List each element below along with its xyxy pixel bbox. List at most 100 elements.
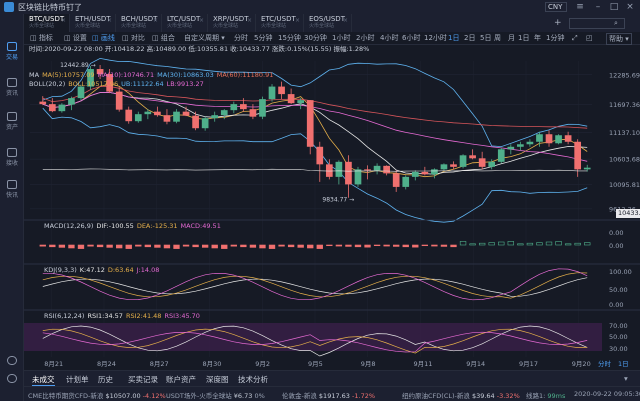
maximize-icon[interactable]: □: [608, 1, 620, 13]
tool-1[interactable]: ◫ 设置: [64, 33, 87, 43]
kdj-legend: KDJ(9,3,3) K:47.12 D:63.64 J:14.08: [44, 266, 162, 274]
pair-tab-eos[interactable]: EOS/USDT 火币全球站 ×: [304, 14, 352, 32]
menu-icon[interactable]: ≡: [574, 1, 586, 13]
macd-legend-item: MACD:49.51: [180, 222, 221, 230]
tool-0[interactable]: ◫ 指标: [30, 33, 53, 43]
sidebar-item-asset[interactable]: 资产: [0, 112, 24, 131]
close-tab-icon[interactable]: ×: [295, 17, 300, 24]
period-2[interactable]: 15分钟: [278, 33, 301, 43]
user-icon[interactable]: [0, 374, 24, 384]
macd-bar: [498, 241, 505, 246]
macd-bar: [354, 244, 362, 248]
candle-body: [564, 135, 572, 142]
macd-bar: [440, 244, 448, 247]
bottom-tab-3[interactable]: 买卖记录: [128, 374, 158, 385]
tool-4[interactable]: ◫ 组合: [152, 33, 175, 43]
candle-body: [497, 149, 505, 162]
candle-body: [68, 98, 75, 105]
bulb-icon[interactable]: [0, 356, 24, 366]
macd-bar: [507, 241, 514, 246]
ticker-name: 伦敦金-新浪: [282, 392, 319, 400]
pair-tab-btc[interactable]: BTC/USDT 火币全球站 ×: [24, 14, 70, 32]
candle-body: [77, 86, 85, 99]
period-3[interactable]: 30分钟: [304, 33, 327, 43]
camera-icon[interactable]: ◰: [586, 33, 593, 43]
fullscreen-icon[interactable]: ⤢: [572, 33, 578, 43]
macd-bar: [163, 244, 171, 249]
candle-body: [526, 141, 534, 145]
search-icon[interactable]: ⌕: [614, 18, 618, 28]
pair-exchange: 火币全球站: [309, 23, 335, 29]
view-fenshi-label: 分时: [598, 359, 612, 368]
chart-area[interactable]: 12285.69 11697.36 11137.10 10603.68 10095.81…: [24, 45, 640, 370]
period-1[interactable]: 5分钟: [254, 33, 272, 43]
period-13[interactable]: 月: [508, 33, 515, 43]
candle-body: [316, 146, 324, 165]
period-15[interactable]: 年: [534, 33, 541, 43]
period-7[interactable]: 6小时: [402, 33, 420, 43]
ticker-item[interactable]: CME比特币期货CFD-新浪 $10507.00 -4.12%: [28, 390, 166, 400]
close-tab-icon[interactable]: ×: [199, 17, 204, 24]
bottom-tab-5[interactable]: 深度图: [206, 374, 229, 385]
app-logo: [4, 2, 14, 12]
period-5[interactable]: 2小时: [356, 33, 374, 43]
tool-2[interactable]: ◫ 画线: [92, 33, 115, 43]
period-8[interactable]: 12小时: [424, 33, 447, 43]
bottom-tab-1[interactable]: 计划单: [66, 374, 89, 385]
period-0[interactable]: 分时: [234, 33, 248, 43]
x-tick-label: 9月5: [308, 360, 323, 368]
add-tab-icon[interactable]: +: [554, 18, 562, 28]
rsi-legend: RSI(6,12,24) RSI1:34.57 RSI2:41.48 RSI3:45.…: [44, 312, 203, 320]
period-12[interactable]: 周: [494, 33, 501, 43]
currency-select[interactable]: CNY: [545, 2, 567, 12]
sidebar-item-flash[interactable]: 快讯: [0, 180, 24, 199]
close-tab-icon[interactable]: ×: [153, 17, 158, 24]
candle-body: [440, 164, 448, 170]
close-tab-icon[interactable]: ×: [107, 17, 112, 24]
pair-tab-etc[interactable]: ETC/USDT 火币全球站 ×: [256, 14, 304, 32]
candle-body: [144, 111, 152, 115]
bottom-tab-6[interactable]: 技术分析: [238, 374, 268, 385]
close-tab-icon[interactable]: ×: [61, 17, 66, 24]
macd-bar: [297, 244, 304, 248]
tool-3[interactable]: ◫ 对比: [122, 33, 145, 43]
ticker-item[interactable]: USDT场外-火币全球站 ¥6.73 0%: [166, 390, 265, 400]
bottom-tab-2[interactable]: 历史: [98, 374, 113, 385]
sidebar-item-trade[interactable]: 交易: [0, 42, 24, 61]
pair-tab-xrp[interactable]: XRP/USDT 火币全球站 ×: [208, 14, 256, 32]
tool-5[interactable]: 自定义周期 ▾: [184, 33, 225, 43]
close-icon[interactable]: ×: [624, 1, 636, 13]
pair-tab-ltc[interactable]: LTC/USDT 火币全球站 ×: [162, 14, 208, 32]
candle-body: [431, 169, 438, 175]
sidebar-item-receive[interactable]: 接收: [0, 148, 24, 167]
macd-bar: [488, 242, 495, 246]
x-tick-label: 8月21: [44, 360, 63, 368]
period-6[interactable]: 4小时: [380, 33, 398, 43]
sidebar-item-news[interactable]: 资讯: [0, 78, 24, 97]
ticker-item[interactable]: 纽约原油CFD(CL)-新浪 $39.64 -3.32%: [402, 390, 520, 400]
period-4[interactable]: 1小时: [332, 33, 350, 43]
macd-bar: [144, 244, 152, 248]
bottom-tabs: 未成交 计划单 历史 买卖记录 账户资产 深度图 技术分析 ▾: [24, 370, 640, 386]
close-tab-icon[interactable]: ×: [343, 17, 348, 24]
ticker-item[interactable]: 伦敦金-新浪 $1917.63 -1.72%: [282, 390, 375, 400]
pair-tab-eth[interactable]: ETH/USDT 火币全球站 ×: [70, 14, 116, 32]
macd-bar: [240, 244, 247, 248]
period-10[interactable]: 2日: [464, 33, 475, 43]
close-tab-icon[interactable]: ×: [247, 17, 252, 24]
pair-tab-bch[interactable]: BCH/USDT 火币全球站 ×: [116, 14, 162, 32]
collapse-icon[interactable]: ▾: [624, 374, 628, 383]
macd-bar: [278, 244, 285, 247]
period-9[interactable]: 1日: [448, 33, 459, 43]
minimize-icon[interactable]: –: [592, 1, 604, 13]
bottom-tab-0[interactable]: 未成交: [32, 374, 55, 386]
bottom-tab-4[interactable]: 账户资产: [166, 374, 196, 385]
kline-chart[interactable]: 12285.69 11697.36 11137.10 10603.68 10095.81…: [24, 45, 640, 370]
rsi-tick: 30.00: [609, 345, 628, 353]
candle-body: [201, 118, 209, 129]
period-16[interactable]: 1分钟: [546, 33, 564, 43]
period-14[interactable]: 1日: [518, 33, 529, 43]
macd-bar: [125, 244, 132, 249]
period-11[interactable]: 5日: [480, 33, 491, 43]
help-button[interactable]: 帮助 ▾: [606, 33, 632, 45]
